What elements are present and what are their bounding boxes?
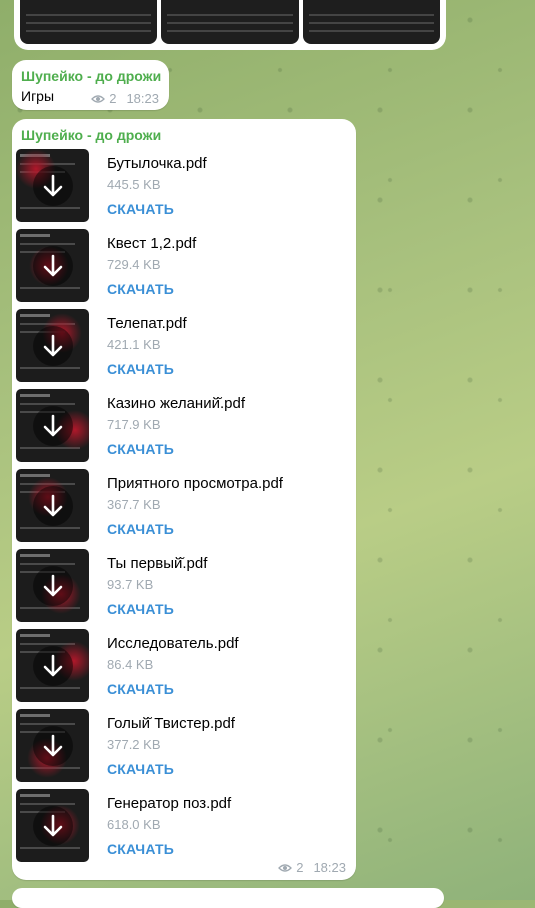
- file-row[interactable]: Голый̆ Твистер.pdf 377.2 KB СКАЧАТЬ: [16, 709, 346, 783]
- file-size: 445.5 KB: [107, 177, 161, 192]
- file-name: Ты первый̆.pdf: [107, 555, 208, 572]
- file-thumbnail[interactable]: [16, 389, 89, 462]
- download-arrow-icon[interactable]: [33, 566, 73, 606]
- download-arrow-icon[interactable]: [33, 166, 73, 206]
- message-meta: 2 18:23: [278, 860, 346, 875]
- file-thumbnail[interactable]: [16, 789, 89, 862]
- media-thumbnail[interactable]: [20, 0, 158, 44]
- sender-name[interactable]: Шупейко - до дрожи: [21, 68, 161, 84]
- file-name: Казино желаний̆.pdf: [107, 395, 245, 412]
- file-name: Бутылочка.pdf: [107, 155, 207, 172]
- file-size: 618.0 KB: [107, 817, 161, 832]
- file-name: Телепат.pdf: [107, 315, 187, 332]
- download-link[interactable]: СКАЧАТЬ: [107, 521, 174, 537]
- file-row[interactable]: Генератор поз.pdf 618.0 KB СКАЧАТЬ: [16, 789, 346, 863]
- file-name: Квест 1,2.pdf: [107, 235, 197, 252]
- media-album-message[interactable]: [14, 0, 446, 50]
- file-thumbnail[interactable]: [16, 629, 89, 702]
- download-arrow-icon[interactable]: [33, 806, 73, 846]
- view-count: 2: [109, 91, 117, 106]
- download-link[interactable]: СКАЧАТЬ: [107, 201, 174, 217]
- message-bubble[interactable]: Шупейко - до дрожи Игры 2 18:23: [12, 60, 169, 110]
- message-time: 18:23: [126, 91, 159, 106]
- file-row[interactable]: Бутылочка.pdf 445.5 KB СКАЧАТЬ: [16, 149, 346, 223]
- file-row[interactable]: Приятного просмотра.pdf 367.7 KB СКАЧАТЬ: [16, 469, 346, 543]
- download-link[interactable]: СКАЧАТЬ: [107, 681, 174, 697]
- download-arrow-icon[interactable]: [33, 246, 73, 286]
- file-name: Генератор поз.pdf: [107, 795, 232, 812]
- file-name: Голый̆ Твистер.pdf: [107, 715, 235, 732]
- download-link[interactable]: СКАЧАТЬ: [107, 761, 174, 777]
- file-size: 421.1 KB: [107, 337, 161, 352]
- file-row[interactable]: Телепат.pdf 421.1 KB СКАЧАТЬ: [16, 309, 346, 383]
- eye-icon: [278, 863, 293, 873]
- file-thumbnail[interactable]: [16, 229, 89, 302]
- file-row[interactable]: Казино желаний̆.pdf 717.9 KB СКАЧАТЬ: [16, 389, 346, 463]
- file-row[interactable]: Исследователь.pdf 86.4 KB СКАЧАТЬ: [16, 629, 346, 703]
- file-thumbnail[interactable]: [16, 149, 89, 222]
- file-name: Приятного просмотра.pdf: [107, 475, 283, 492]
- sender-name[interactable]: Шупейко - до дрожи: [21, 127, 161, 143]
- file-row[interactable]: Квест 1,2.pdf 729.4 KB СКАЧАТЬ: [16, 229, 346, 303]
- file-size: 93.7 KB: [107, 577, 154, 592]
- download-link[interactable]: СКАЧАТЬ: [107, 601, 174, 617]
- message-bubble[interactable]: Шупейко - до дрожи Бутылочка.pdf 445.5 K…: [12, 119, 356, 880]
- file-row[interactable]: Ты первый̆.pdf 93.7 KB СКАЧАТЬ: [16, 549, 346, 623]
- file-thumbnail[interactable]: [16, 469, 89, 542]
- media-thumbnail[interactable]: [302, 0, 440, 44]
- file-size: 717.9 KB: [107, 417, 161, 432]
- file-size: 86.4 KB: [107, 657, 154, 672]
- message-bubble[interactable]: [12, 888, 444, 908]
- download-link[interactable]: СКАЧАТЬ: [107, 281, 174, 297]
- message-text: Игры: [21, 88, 55, 104]
- message-meta: 2 18:23: [91, 91, 159, 106]
- eye-icon: [91, 94, 106, 104]
- download-arrow-icon[interactable]: [33, 406, 73, 446]
- download-link[interactable]: СКАЧАТЬ: [107, 441, 174, 457]
- file-name: Исследователь.pdf: [107, 635, 239, 652]
- file-thumbnail[interactable]: [16, 549, 89, 622]
- download-link[interactable]: СКАЧАТЬ: [107, 841, 174, 857]
- file-size: 377.2 KB: [107, 737, 161, 752]
- file-thumbnail[interactable]: [16, 309, 89, 382]
- file-size: 367.7 KB: [107, 497, 161, 512]
- message-time: 18:23: [313, 860, 346, 875]
- download-arrow-icon[interactable]: [33, 486, 73, 526]
- view-count: 2: [296, 860, 304, 875]
- download-arrow-icon[interactable]: [33, 646, 73, 686]
- download-arrow-icon[interactable]: [33, 726, 73, 766]
- download-link[interactable]: СКАЧАТЬ: [107, 361, 174, 377]
- download-arrow-icon[interactable]: [33, 326, 73, 366]
- file-size: 729.4 KB: [107, 257, 161, 272]
- file-thumbnail[interactable]: [16, 709, 89, 782]
- media-thumbnail[interactable]: [161, 0, 299, 44]
